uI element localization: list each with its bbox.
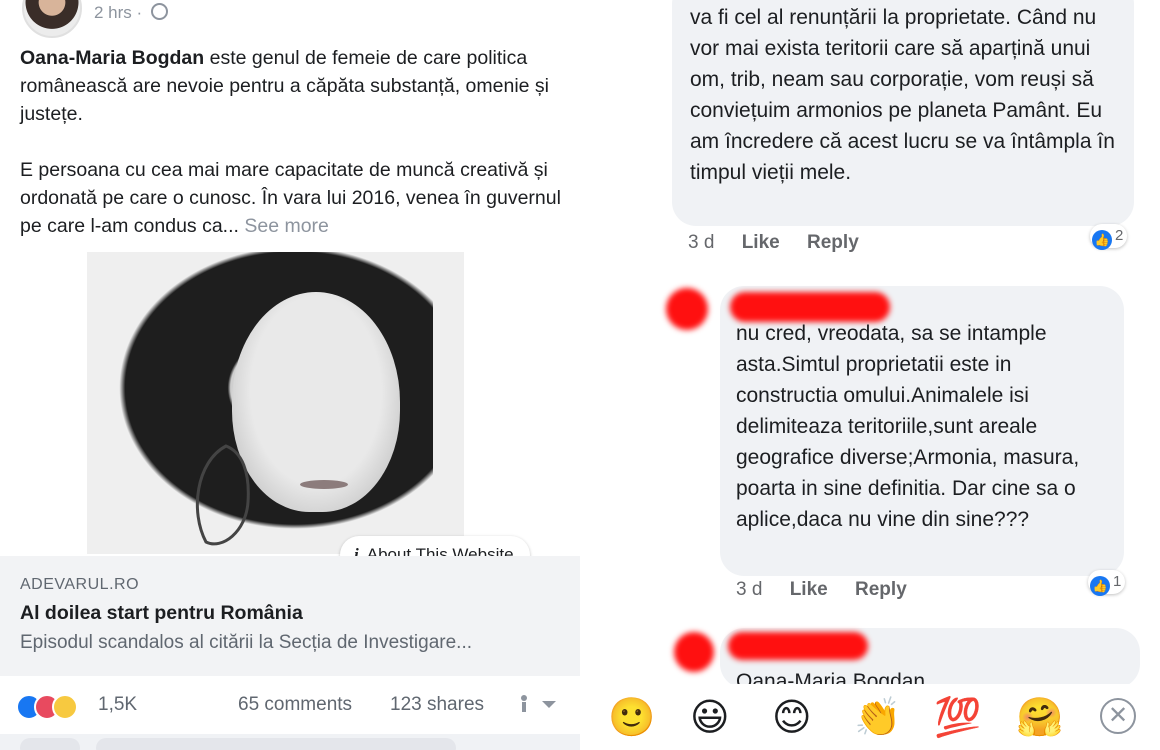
post-paragraph-1: Oana-Maria Bogdan este genul de femeie d… [20,44,570,128]
globe-icon [150,3,168,20]
link-description: Episodul scandalos al citării la Secția … [20,632,473,653]
comment-bubble: va fi cel al renunțării la proprietate. … [672,0,1134,226]
like-reaction-icon: 👍 [1092,230,1112,250]
comment-text: nu cred, vreodata, sa se intample asta.S… [736,322,1080,531]
strip-shape [96,738,456,750]
like-count: 2 [1115,227,1124,244]
author-link[interactable]: Oana-Maria Bogdan [20,47,204,69]
emoji-grin[interactable]: 😃 [690,696,730,740]
redacted-avatar [674,632,714,672]
comment-time[interactable]: 3 d [688,232,714,253]
emoji-blush[interactable]: 😊 [772,696,812,740]
emoji-clap[interactable]: 👏 [854,696,901,740]
redacted-name [728,632,868,660]
share-count[interactable]: 123 shares [390,694,484,716]
emoji-bar: 🙂 😃 😊 👏 💯 🤗 [580,684,1160,750]
comment-text: va fi cel al renunțării la proprietate. … [690,6,1115,184]
portrait-mouth [300,480,348,489]
post-time[interactable]: 2 hrs · [94,3,142,22]
reply-button[interactable]: Reply [807,232,859,253]
emoji-hug[interactable]: 🤗 [1016,696,1063,740]
comment-like-count[interactable]: 👍 2 [1090,224,1128,250]
comments-panel: va fi cel al renunțării la proprietate. … [580,0,1160,750]
strip-shape [20,738,80,750]
post-body: Oana-Maria Bogdan este genul de femeie d… [20,44,570,240]
comment-actions: 3 d Like Reply [736,579,929,601]
post-panel: 2 hrs · Oana-Maria Bogdan este genul de … [0,0,580,750]
author-avatar[interactable] [22,0,82,38]
close-icon[interactable]: ✕ [1100,698,1136,734]
see-more-link[interactable]: See more [244,215,329,237]
bottom-strip [0,734,580,750]
comment-like-count[interactable]: 👍 1 [1088,570,1126,596]
link-preview-image[interactable] [0,252,580,554]
post-meta: 2 hrs · [94,3,168,23]
emoji-hundred[interactable]: 💯 [934,696,981,740]
earring-graphic [195,444,250,546]
reply-button[interactable]: Reply [855,579,907,600]
reaction-count[interactable]: 1,5K [98,694,137,716]
haha-reaction-icon [52,694,78,720]
comment-bubble: nu cred, vreodata, sa se intample asta.S… [720,286,1124,576]
post-paragraph-2: E persoana cu cea mai mare capacitate de… [20,156,570,240]
link-title: Al doilea start pentru România [20,602,303,624]
link-domain: ADEVARUL.RO [20,576,140,593]
like-reaction-icon: 👍 [1090,576,1110,596]
redacted-avatar [666,288,708,330]
post-stats: 1,5K 65 comments 123 shares [0,684,580,728]
like-button[interactable]: Like [790,579,828,600]
comment-actions: 3 d Like Reply [688,232,881,254]
like-count: 1 [1113,573,1122,590]
like-button[interactable]: Like [742,232,780,253]
audience-chevron-icon[interactable] [516,692,560,716]
emoji-slight-smile[interactable]: 🙂 [608,696,655,740]
link-preview[interactable]: ADEVARUL.RO Al doilea start pentru Român… [0,556,580,676]
comment-bubble: Oana-Maria Bogdan [720,628,1140,693]
comment-count[interactable]: 65 comments [238,694,352,716]
comment-time[interactable]: 3 d [736,579,762,600]
